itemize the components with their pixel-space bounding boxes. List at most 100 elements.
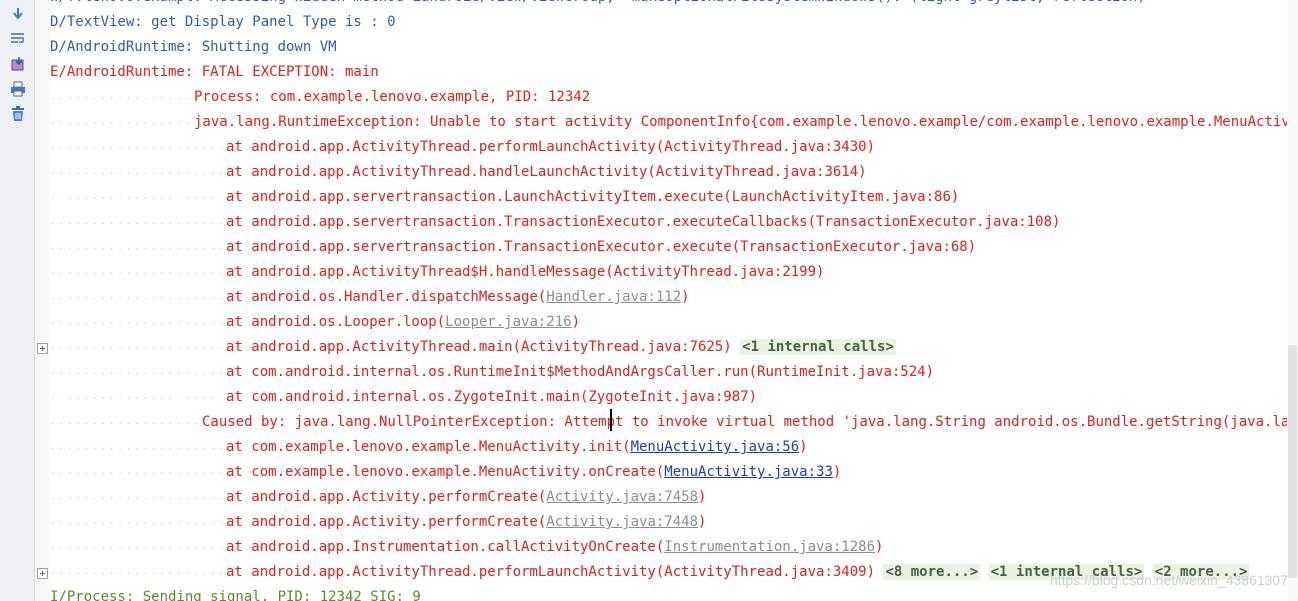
log-line: ........................................…	[50, 435, 1287, 460]
log-text-segment: I/Process: Sending signal. PID: 12342 SI…	[50, 589, 421, 601]
log-text: E/AndroidRuntime: FATAL EXCEPTION: main	[50, 60, 379, 85]
log-text-segment	[980, 564, 988, 580]
log-line: ........................................…	[50, 110, 1287, 135]
log-text-segment: )	[698, 489, 707, 505]
indent-dots: ........................................…	[50, 117, 190, 127]
log-text-segment: java.lang.RuntimeException: Unable to st…	[194, 114, 1287, 130]
log-line: ........................................…	[50, 85, 1287, 110]
log-text-segment: at android.app.Instrumentation.callActiv…	[226, 539, 665, 555]
log-text-segment: E/AndroidRuntime: FATAL EXCEPTION: main	[50, 64, 379, 80]
log-text: at android.os.Looper.loop(Looper.java:21…	[226, 310, 580, 335]
indent-dots: ........................................…	[50, 267, 222, 277]
log-text: at android.app.Activity.performCreate(Ac…	[226, 510, 706, 535]
source-link[interactable]: Instrumentation.java:1286	[664, 539, 875, 555]
log-line: ........................................…	[50, 510, 1287, 535]
log-text: Process: com.example.lenovo.example, PID…	[194, 85, 590, 110]
log-line: ........................................…	[50, 185, 1287, 210]
scroll-to-end-icon[interactable]	[9, 5, 27, 23]
log-text: at android.app.ActivityThread.main(Activ…	[226, 335, 896, 360]
soft-wrap-icon[interactable]	[9, 30, 27, 48]
log-text-segment: )	[698, 514, 707, 530]
log-text-segment: at com.example.lenovo.example.MenuActivi…	[226, 439, 631, 455]
expand-fold-icon[interactable]	[37, 343, 48, 354]
indent-dots: ........................................…	[50, 567, 222, 577]
log-text: at android.app.ActivityThread$H.handleMe…	[226, 260, 824, 285]
log-line: ........................................…	[50, 210, 1287, 235]
log-text-segment: at android.app.ActivityThread.main(Activ…	[226, 339, 741, 355]
folded-frames-chip[interactable]: <8 more...>	[883, 564, 981, 580]
log-line: ........................................…	[50, 285, 1287, 310]
log-text: at android.app.servertransaction.Transac…	[226, 210, 1060, 235]
log-line: ........................................…	[50, 535, 1287, 560]
log-line: E/AndroidRuntime: FATAL EXCEPTION: main	[50, 60, 1287, 85]
indent-dots: ........................................…	[50, 392, 222, 402]
source-link[interactable]: Handler.java:112	[546, 289, 681, 305]
log-text-segment: at android.app.servertransaction.Transac…	[226, 239, 977, 255]
log-line: ........................................…	[50, 410, 1287, 435]
source-link[interactable]: Activity.java:7448	[546, 514, 698, 530]
log-line: D/TextView: get Display Panel Type is : …	[50, 10, 1287, 35]
console-toolbar	[0, 0, 35, 601]
log-text-segment: at android.app.servertransaction.LaunchA…	[226, 189, 960, 205]
indent-dots: ........................................…	[50, 517, 222, 527]
log-text: at android.app.Activity.performCreate(Ac…	[226, 485, 706, 510]
log-text-segment: at android.os.Handler.dispatchMessage(	[226, 289, 547, 305]
indent-dots: ........................................…	[50, 242, 222, 252]
indent-dots: ........................................…	[50, 417, 198, 427]
log-text-segment: Caused by: java.lang.NullPointerExceptio…	[202, 414, 1287, 430]
indent-dots: ........................................…	[50, 442, 222, 452]
indent-dots: ........................................…	[50, 542, 222, 552]
indent-dots: ........................................…	[50, 217, 222, 227]
logcat-console[interactable]: W/?.lenovo.exampl: Accessing hidden meth…	[50, 0, 1287, 601]
print-icon[interactable]	[9, 80, 27, 98]
log-line: ........................................…	[50, 135, 1287, 160]
log-line: ........................................…	[50, 335, 1287, 360]
log-text: java.lang.RuntimeException: Unable to st…	[194, 110, 1287, 135]
indent-dots: ........................................…	[50, 342, 222, 352]
clear-all-icon[interactable]	[9, 105, 27, 123]
import-export-icon[interactable]	[9, 55, 27, 73]
log-text: Caused by: java.lang.NullPointerExceptio…	[202, 410, 1287, 435]
log-text: D/TextView: get Display Panel Type is : …	[50, 10, 396, 35]
log-text: at android.app.servertransaction.Transac…	[226, 235, 976, 260]
log-line: ........................................…	[50, 460, 1287, 485]
log-text-segment: at com.example.lenovo.example.MenuActivi…	[226, 464, 665, 480]
indent-dots: ........................................…	[50, 367, 222, 377]
log-text: I/Process: Sending signal. PID: 12342 SI…	[50, 585, 421, 601]
indent-dots: ........................................…	[50, 467, 222, 477]
log-line: D/AndroidRuntime: Shutting down VM	[50, 35, 1287, 60]
log-line: ........................................…	[50, 385, 1287, 410]
log-text-segment: )	[875, 539, 884, 555]
source-link[interactable]: Activity.java:7458	[546, 489, 698, 505]
log-line: ........................................…	[50, 485, 1287, 510]
log-text-segment: W/?.lenovo.exampl: Accessing hidden meth…	[50, 0, 1146, 5]
vertical-scrollbar[interactable]	[1287, 0, 1298, 601]
log-text: at com.android.internal.os.RuntimeInit$M…	[226, 360, 934, 385]
source-link[interactable]: Looper.java:216	[445, 314, 571, 330]
log-line: ........................................…	[50, 310, 1287, 335]
log-text-segment: D/AndroidRuntime: Shutting down VM	[50, 39, 337, 55]
log-text: W/?.lenovo.exampl: Accessing hidden meth…	[50, 0, 1146, 10]
log-text: at com.example.lenovo.example.MenuActivi…	[226, 435, 808, 460]
fold-gutter	[35, 0, 49, 601]
log-text-segment: at android.os.Looper.loop(	[226, 314, 446, 330]
log-text-segment: at com.android.internal.os.RuntimeInit$M…	[226, 364, 935, 380]
log-text: at android.app.ActivityThread.performLau…	[226, 135, 875, 160]
source-link[interactable]: MenuActivity.java:33	[664, 464, 833, 480]
log-text: at android.app.Instrumentation.callActiv…	[226, 535, 883, 560]
source-link[interactable]: MenuActivity.java:56	[631, 439, 800, 455]
expand-fold-icon[interactable]	[37, 568, 48, 579]
log-text: at android.app.ActivityThread.handleLaun…	[226, 160, 867, 185]
log-text: at com.example.lenovo.example.MenuActivi…	[226, 460, 841, 485]
log-text-segment: at android.app.ActivityThread.performLau…	[226, 139, 876, 155]
indent-dots: ........................................…	[50, 317, 222, 327]
log-text-segment: )	[799, 439, 808, 455]
log-line: ........................................…	[50, 160, 1287, 185]
log-text-segment: at android.app.Activity.performCreate(	[226, 489, 547, 505]
log-line: ........................................…	[50, 360, 1287, 385]
indent-dots: ........................................…	[50, 167, 222, 177]
scrollbar-thumb[interactable]	[1288, 345, 1297, 578]
log-text-segment: at android.app.ActivityThread$H.handleMe…	[226, 264, 825, 280]
log-text-segment: )	[571, 314, 581, 330]
folded-frames-chip[interactable]: <1 internal calls>	[740, 339, 896, 355]
